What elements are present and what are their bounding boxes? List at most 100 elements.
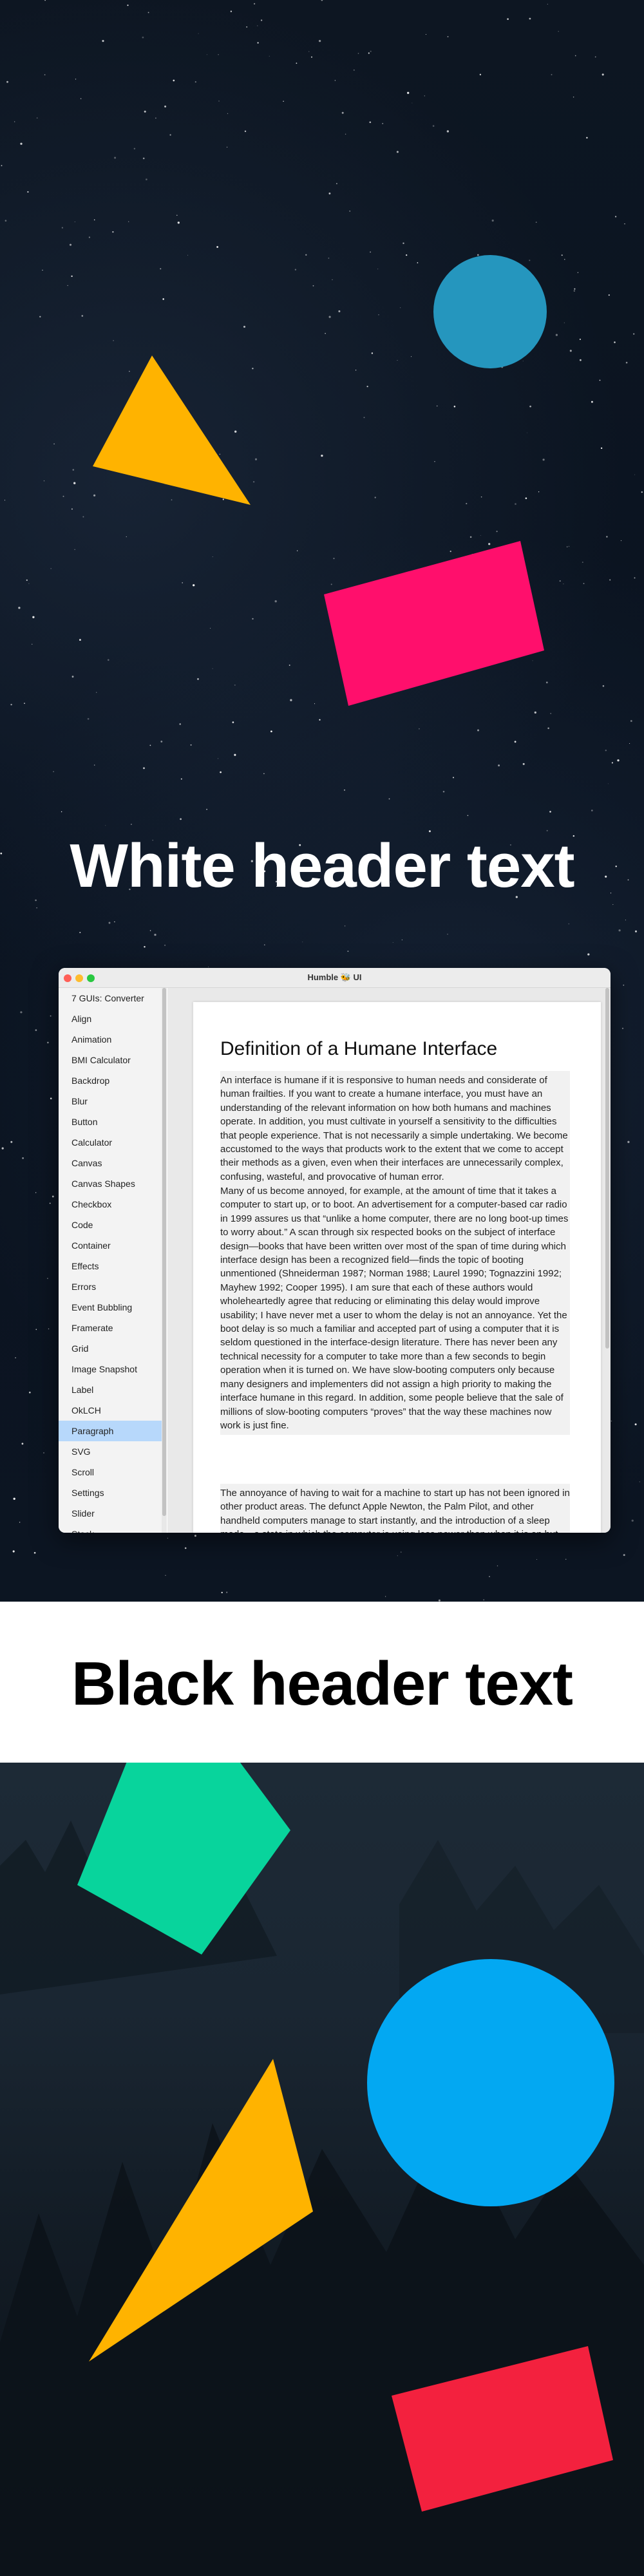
- star: [32, 616, 35, 618]
- sidebar-item[interactable]: Scroll: [59, 1462, 162, 1482]
- star: [10, 1141, 13, 1143]
- star: [574, 55, 576, 57]
- star: [155, 117, 156, 119]
- sidebar-item[interactable]: Label: [59, 1379, 162, 1400]
- star: [522, 762, 525, 765]
- star: [226, 1591, 228, 1593]
- star: [507, 18, 509, 20]
- star: [187, 254, 189, 256]
- sidebar-item[interactable]: Backdrop: [59, 1070, 162, 1091]
- sidebar-item[interactable]: Checkbox: [59, 1194, 162, 1215]
- sidebar-item[interactable]: Canvas Shapes: [59, 1173, 162, 1194]
- star: [144, 110, 146, 113]
- star: [366, 385, 368, 388]
- star: [88, 236, 91, 238]
- sidebar-scrollbar[interactable]: [162, 988, 167, 1533]
- star: [579, 338, 581, 340]
- star: [164, 944, 166, 946]
- sidebar-item[interactable]: BMI Calculator: [59, 1050, 162, 1070]
- star: [177, 222, 180, 224]
- star: [274, 600, 277, 603]
- star: [143, 767, 145, 770]
- sidebar-item[interactable]: Calculator: [59, 1132, 162, 1153]
- sidebar-item[interactable]: Animation: [59, 1029, 162, 1050]
- star: [36, 117, 38, 118]
- sidebar-item[interactable]: Blur: [59, 1091, 162, 1112]
- sidebar-scrollbar-thumb[interactable]: [162, 988, 166, 1516]
- star: [73, 482, 76, 484]
- sidebar-item[interactable]: Stack: [59, 1524, 162, 1533]
- star: [368, 52, 370, 54]
- star: [328, 192, 331, 194]
- sidebar-item-paragraph-selected[interactable]: Paragraph: [59, 1421, 162, 1441]
- star: [621, 1027, 624, 1030]
- sidebar-item[interactable]: Effects: [59, 1256, 162, 1276]
- star: [417, 262, 419, 263]
- star: [79, 639, 81, 641]
- star: [634, 930, 638, 933]
- star: [479, 73, 482, 75]
- star: [614, 216, 617, 218]
- star: [254, 3, 256, 5]
- sidebar-item[interactable]: Code: [59, 1215, 162, 1235]
- sidebar-item[interactable]: Errors: [59, 1276, 162, 1297]
- star: [353, 69, 355, 71]
- star: [44, 74, 46, 75]
- sidebar-item[interactable]: Framerate: [59, 1318, 162, 1338]
- star: [1, 1147, 4, 1150]
- star: [618, 929, 621, 932]
- star: [47, 1041, 49, 1044]
- star: [72, 469, 75, 471]
- sidebar-item[interactable]: OkLCH: [59, 1400, 162, 1421]
- star: [321, 454, 323, 457]
- star: [164, 105, 167, 108]
- sidebar-item[interactable]: Align: [59, 1009, 162, 1029]
- star: [198, 33, 199, 34]
- star: [180, 818, 182, 820]
- star: [232, 721, 234, 723]
- star: [336, 183, 337, 184]
- sidebar-item[interactable]: Slider: [59, 1503, 162, 1524]
- star: [179, 723, 181, 725]
- star: [600, 447, 603, 450]
- sidebar: 7 GUIs: Converter Align Animation BMI Ca…: [59, 988, 162, 1533]
- star: [436, 405, 438, 407]
- star: [400, 307, 401, 308]
- star: [561, 254, 563, 256]
- sidebar-item[interactable]: Image Snapshot: [59, 1359, 162, 1379]
- sidebar-item[interactable]: Canvas: [59, 1153, 162, 1173]
- star: [6, 80, 8, 83]
- document-title: Definition of a Humane Interface: [220, 1038, 498, 1059]
- star: [20, 1011, 23, 1014]
- star: [50, 1015, 52, 1017]
- star: [538, 491, 540, 493]
- star: [35, 1329, 37, 1331]
- sidebar-item[interactable]: Container: [59, 1235, 162, 1256]
- star: [154, 933, 156, 936]
- sidebar-item[interactable]: Event Bubbling: [59, 1297, 162, 1318]
- star: [469, 536, 472, 538]
- sidebar-item[interactable]: Grid: [59, 1338, 162, 1359]
- star: [43, 1452, 44, 1454]
- star: [483, 1599, 485, 1601]
- star: [82, 516, 84, 518]
- star: [61, 811, 62, 813]
- sidebar-item[interactable]: Button: [59, 1112, 162, 1132]
- star: [378, 314, 379, 316]
- sidebar-item[interactable]: 7 GUIs: Converter: [59, 988, 162, 1009]
- amber-triangle-shape: [93, 355, 251, 505]
- star: [18, 607, 21, 609]
- window-titlebar: Humble 🐝 UI: [59, 968, 611, 988]
- star: [489, 1576, 490, 1578]
- star: [498, 764, 500, 767]
- star: [62, 495, 64, 497]
- sidebar-item[interactable]: Settings: [59, 1482, 162, 1503]
- star: [609, 579, 611, 581]
- star: [633, 333, 635, 335]
- star: [39, 316, 41, 317]
- star: [142, 36, 144, 39]
- star: [180, 778, 182, 780]
- sidebar-item[interactable]: SVG: [59, 1441, 162, 1462]
- star: [296, 62, 298, 64]
- content-scrollbar-thumb[interactable]: [605, 988, 609, 1349]
